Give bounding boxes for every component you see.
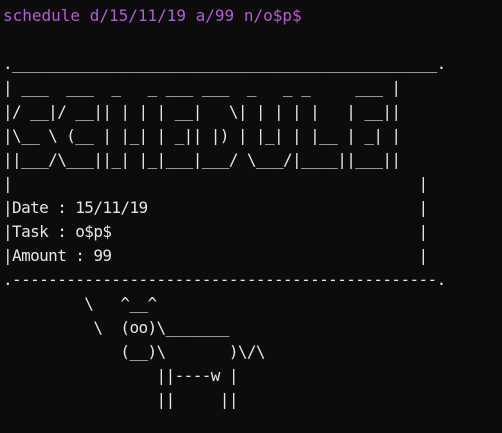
cow-line-5: || || — [3, 390, 239, 409]
output-line-5: ||___/\___||_| |_|___|___/ \___/|____||_… — [3, 150, 401, 169]
output-line-amount: |Amount : 99 | — [3, 246, 428, 265]
output-line-10: .---------------------------------------… — [3, 270, 446, 289]
terminal-window[interactable]: schedule d/15/11/19 a/99 n/o$p$ ._______… — [0, 0, 502, 433]
cow-line-2: \ (oo)\_______ — [3, 318, 229, 337]
output-line-date: |Date : 15/11/19 | — [3, 198, 428, 217]
cow-line-4: ||----w | — [3, 366, 239, 385]
cow-line-1: \ ^__^ — [3, 294, 157, 313]
command-output: ._______________________________________… — [3, 52, 446, 412]
cow-line-3: (__)\ )\/\ — [3, 342, 265, 361]
output-line-2: | ___ ___ _ _ ___ ___ _ _ _ ___ | — [3, 78, 401, 97]
output-line-3: |/ __|/ __|| | | | __| \| | | | | | __|| — [3, 102, 401, 121]
output-line-1: ._______________________________________… — [3, 54, 446, 73]
output-line-task: |Task : o$p$ | — [3, 222, 428, 241]
output-line-6: | | — [3, 174, 428, 193]
output-line-4: |\__ \ (__ | |_| | _|| |) | |_| | |__ | … — [3, 126, 401, 145]
command-line: schedule d/15/11/19 a/99 n/o$p$ — [3, 6, 302, 25]
